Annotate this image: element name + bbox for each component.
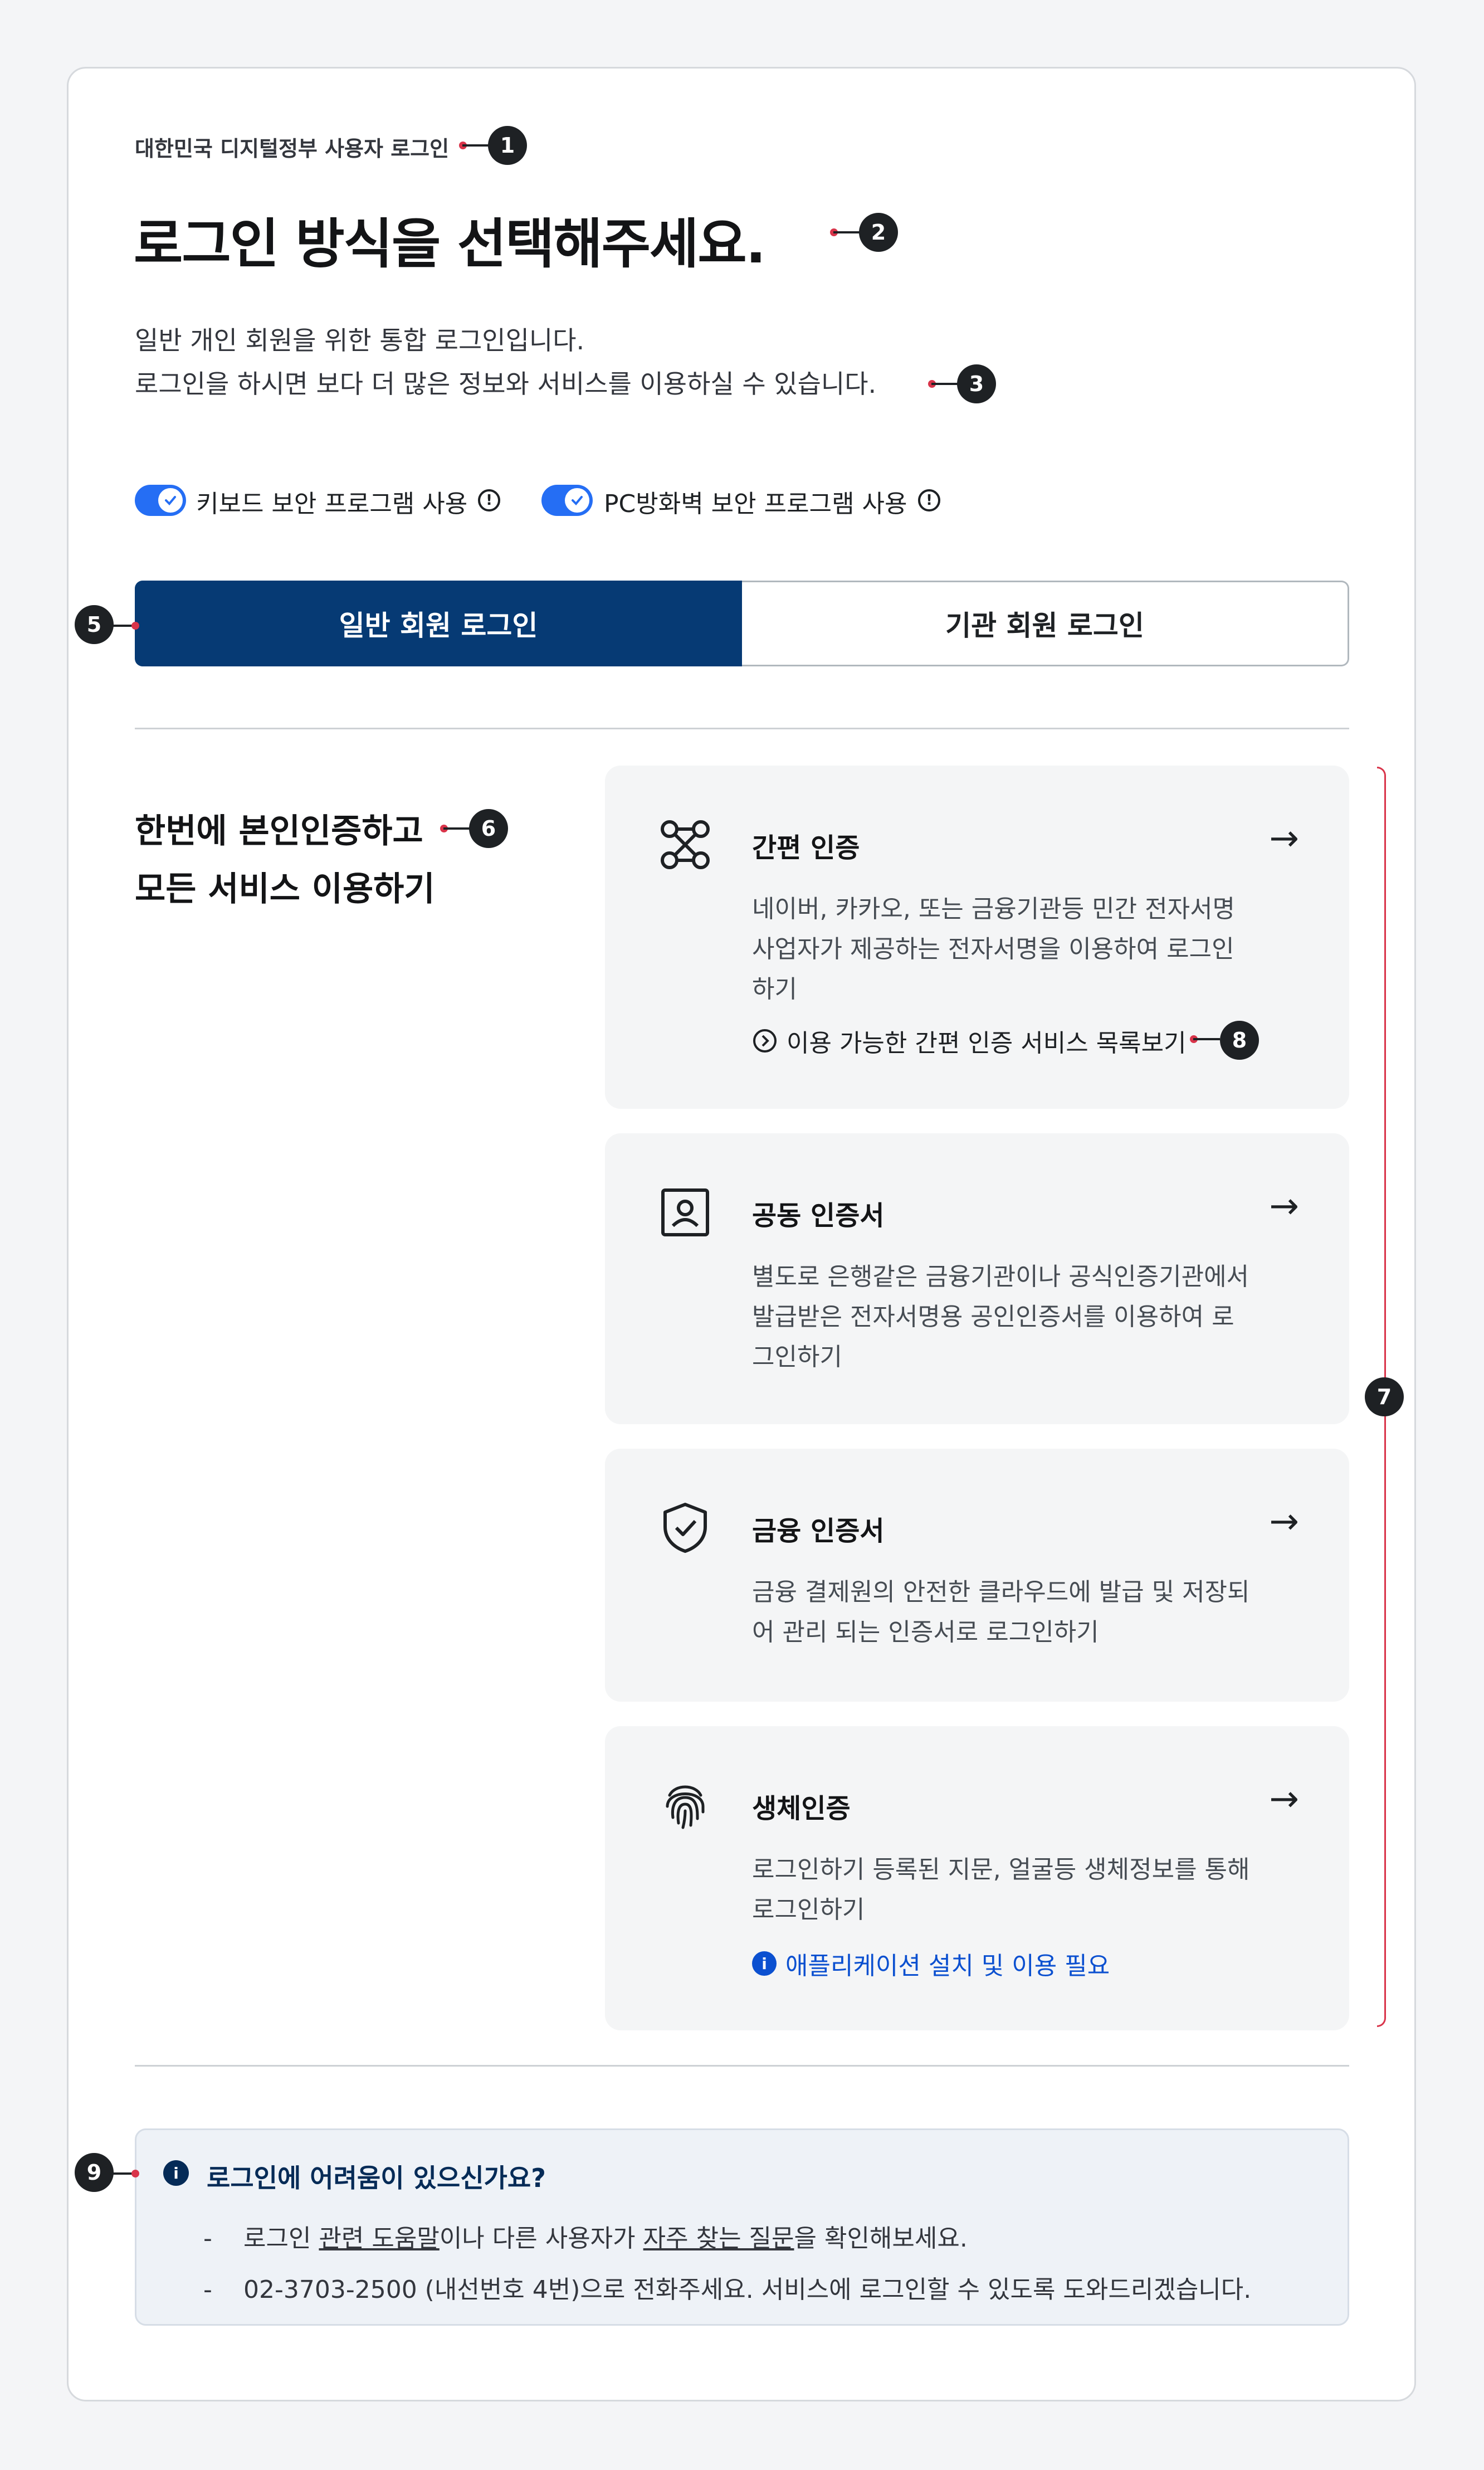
help-title: 로그인에 어려움이 있으신가요? xyxy=(207,2163,546,2193)
page-description: 일반 개인 회원을 위한 통합 로그인입니다. 로그인을 하시면 보다 더 많은… xyxy=(135,319,876,406)
method-joint-certificate[interactable]: 공동 인증서 → 별도로 은행같은 금융기관이나 공식인증기관에서 발급받은 전… xyxy=(605,1133,1349,1424)
arrow-right-icon: → xyxy=(1269,1779,1299,1820)
description-line-2: 로그인을 하시면 보다 더 많은 정보와 서비스를 이용하실 수 있습니다. xyxy=(135,369,877,399)
headline-line-2: 모든 서비스 이용하기 xyxy=(135,870,435,909)
description-line-1: 일반 개인 회원을 위한 통합 로그인입니다. xyxy=(135,325,585,355)
app-required-note: i 애플리케이션 설치 및 이용 필요 xyxy=(752,1946,1110,1981)
eyebrow-text: 대한민국 디지털정부 사용자 로그인 xyxy=(135,137,450,161)
keyboard-security-label: 키보드 보안 프로그램 사용 xyxy=(196,490,468,518)
firewall-security-label: PC방화벽 보안 프로그램 사용 xyxy=(604,490,907,518)
method-biometric[interactable]: 생체인증 → 로그인하기 등록된 지문, 얼굴등 생체정보를 통해 로그인하기 … xyxy=(605,1726,1349,2030)
help-text: 로그인 xyxy=(243,2224,319,2253)
help-phone-text: 02-3703-2500 (내선번호 4번)으로 전화주세요. 서비스에 로그인… xyxy=(243,2276,1252,2304)
firewall-security-toggle[interactable] xyxy=(541,485,593,516)
divider-top xyxy=(135,728,1349,729)
shield-check-icon xyxy=(663,1503,707,1553)
app-required-note-label: 애플리케이션 설치 및 이용 필요 xyxy=(785,1952,1110,1980)
faq-link[interactable]: 자주 찾는 질문 xyxy=(643,2224,794,2253)
annotation-marker-9: 9 xyxy=(75,2153,114,2192)
method-description: 로그인하기 등록된 지문, 얼굴등 생체정보를 통해 로그인하기 xyxy=(752,1855,1250,1924)
keyboard-security-info-icon[interactable]: ! xyxy=(478,489,500,511)
certificate-user-icon xyxy=(661,1188,709,1236)
help-text: 을 확인해보세요. xyxy=(794,2224,968,2253)
keyboard-security-toggle[interactable] xyxy=(135,485,186,516)
annotation-marker-2: 2 xyxy=(859,213,898,252)
tab-institution-member[interactable]: 기관 회원 로그인 xyxy=(742,581,1349,666)
method-title: 생체인증 xyxy=(752,1793,851,1824)
annotation-marker-8: 8 xyxy=(1220,1021,1259,1060)
help-text: 이나 다른 사용자가 xyxy=(439,2224,643,2253)
method-description: 금융 결제원의 안전한 클라우드에 발급 및 저장되어 관리 되는 인증서로 로… xyxy=(752,1578,1250,1646)
simple-auth-icon xyxy=(661,820,710,869)
bullet-dash: - xyxy=(203,2224,212,2253)
section-headline: 한번에 본인인증하고 모든 서비스 이용하기 xyxy=(135,802,435,918)
headline-line-1: 한번에 본인인증하고 xyxy=(135,812,423,851)
annotation-marker-7: 7 xyxy=(1365,1377,1404,1416)
method-description: 네이버, 카카오, 또는 금융기관등 민간 전자서명 사업자가 제공하는 전자서… xyxy=(752,895,1236,1003)
method-title: 간편 인증 xyxy=(752,832,860,864)
fingerprint-icon xyxy=(666,1785,705,1829)
annotation-marker-3: 3 xyxy=(957,364,996,403)
annotation-marker-6: 6 xyxy=(469,809,508,848)
arrow-right-icon: → xyxy=(1269,1186,1299,1227)
help-box: i 로그인에 어려움이 있으신가요? - 로그인 관련 도움말이나 다른 사용자가… xyxy=(135,2128,1349,2326)
annotation-marker-1: 1 xyxy=(488,126,527,165)
help-line-2: - 02-3703-2500 (내선번호 4번)으로 전화주세요. 서비스에 로그… xyxy=(203,2269,1251,2305)
toggle-check-icon xyxy=(158,488,183,513)
arrow-right-icon: → xyxy=(1269,818,1299,859)
help-guide-link[interactable]: 관련 도움말 xyxy=(319,2224,439,2253)
tab-general-member[interactable]: 일반 회원 로그인 xyxy=(135,581,742,666)
annotation-marker-5: 5 xyxy=(75,605,114,644)
arrow-right-icon: → xyxy=(1269,1501,1299,1542)
info-icon: i xyxy=(752,1951,777,1976)
bullet-dash: - xyxy=(203,2276,212,2304)
info-icon: i xyxy=(163,2160,189,2186)
firewall-security-info-icon[interactable]: ! xyxy=(918,489,940,511)
method-title: 공동 인증서 xyxy=(752,1200,885,1231)
chevron-circle-icon xyxy=(753,1029,777,1053)
page-title: 로그인 방식을 선택해주세요. xyxy=(134,213,766,275)
service-list-link[interactable]: 이용 가능한 간편 인증 서비스 목록보기 xyxy=(752,1023,1187,1059)
help-line-1: - 로그인 관련 도움말이나 다른 사용자가 자주 찾는 질문을 확인해보세요. xyxy=(203,2218,968,2254)
method-description: 별도로 은행같은 금융기관이나 공식인증기관에서 발급받은 전자서명용 공인인증… xyxy=(752,1263,1249,1371)
divider-bottom xyxy=(135,2065,1349,2067)
toggle-check-icon xyxy=(565,488,589,513)
method-financial-certificate[interactable]: 금융 인증서 → 금융 결제원의 안전한 클라우드에 발급 및 저장되어 관리 … xyxy=(605,1449,1349,1702)
service-list-link-label: 이용 가능한 간편 인증 서비스 목록보기 xyxy=(787,1029,1187,1058)
method-title: 금융 인증서 xyxy=(752,1516,885,1547)
